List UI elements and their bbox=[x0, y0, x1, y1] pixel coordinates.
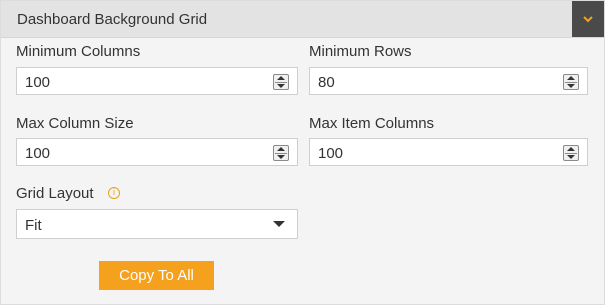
max-item-columns-stepper[interactable] bbox=[563, 145, 579, 161]
increment-icon[interactable] bbox=[567, 76, 575, 80]
min-columns-label: Minimum Columns bbox=[16, 43, 141, 60]
grid-layout-select[interactable]: Fit bbox=[16, 209, 298, 239]
dashboard-background-grid-panel: Dashboard Background Grid Minimum Column… bbox=[0, 0, 605, 305]
panel-header[interactable]: Dashboard Background Grid bbox=[1, 1, 604, 38]
min-columns-stepper[interactable] bbox=[273, 74, 289, 90]
stepper-divider bbox=[275, 153, 287, 154]
increment-icon[interactable] bbox=[567, 147, 575, 151]
decrement-icon[interactable] bbox=[567, 155, 575, 159]
collapse-button[interactable] bbox=[572, 1, 604, 37]
min-rows-label: Minimum Rows bbox=[309, 43, 412, 60]
panel-title: Dashboard Background Grid bbox=[17, 11, 208, 28]
stepper-divider bbox=[565, 82, 577, 83]
max-column-size-value: 100 bbox=[25, 145, 51, 162]
max-column-size-input[interactable]: 100 bbox=[16, 138, 298, 166]
decrement-icon[interactable] bbox=[277, 84, 285, 88]
min-columns-value: 100 bbox=[25, 74, 51, 91]
stepper-divider bbox=[275, 82, 287, 83]
info-icon[interactable]: i bbox=[108, 187, 120, 199]
stepper-divider bbox=[565, 153, 577, 154]
max-item-columns-input[interactable]: 100 bbox=[309, 138, 588, 166]
grid-layout-label: Grid Layout bbox=[16, 185, 94, 202]
min-columns-input[interactable]: 100 bbox=[16, 67, 298, 95]
max-column-size-label: Max Column Size bbox=[16, 115, 134, 132]
decrement-icon[interactable] bbox=[277, 155, 285, 159]
grid-layout-value: Fit bbox=[25, 217, 42, 234]
chevron-down-icon[interactable] bbox=[273, 221, 285, 227]
copy-to-all-button[interactable]: Copy To All bbox=[99, 261, 214, 290]
max-column-size-stepper[interactable] bbox=[273, 145, 289, 161]
min-rows-input[interactable]: 80 bbox=[309, 67, 588, 95]
chevron-down-icon bbox=[583, 15, 593, 22]
min-rows-stepper[interactable] bbox=[563, 74, 579, 90]
increment-icon[interactable] bbox=[277, 76, 285, 80]
increment-icon[interactable] bbox=[277, 147, 285, 151]
min-rows-value: 80 bbox=[318, 74, 335, 91]
max-item-columns-value: 100 bbox=[318, 145, 344, 162]
decrement-icon[interactable] bbox=[567, 84, 575, 88]
max-item-columns-label: Max Item Columns bbox=[309, 115, 435, 132]
